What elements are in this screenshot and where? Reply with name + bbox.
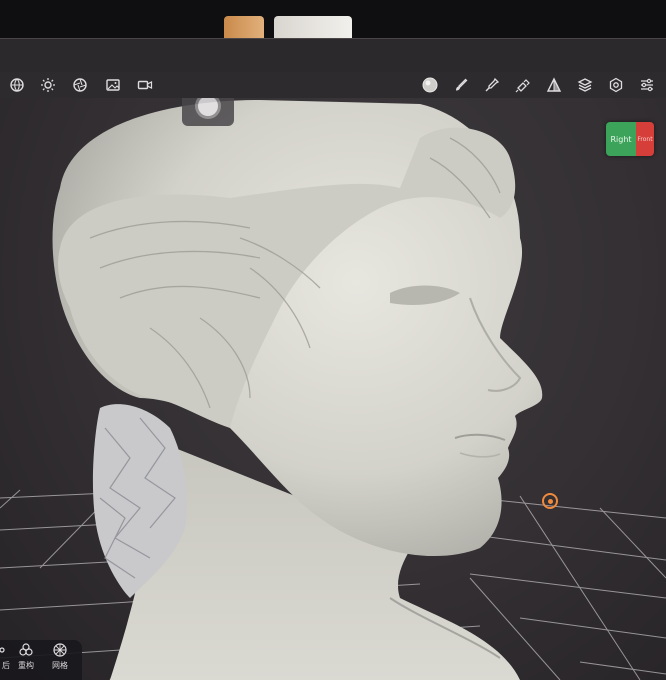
video-camera-icon bbox=[137, 80, 153, 90]
view-cube-right-face[interactable]: Right bbox=[606, 122, 636, 156]
layers-icon bbox=[577, 78, 593, 92]
bust-model[interactable] bbox=[0, 98, 666, 680]
paint-brush-button[interactable] bbox=[448, 72, 474, 98]
sliders-icon bbox=[641, 78, 653, 92]
triangle-icon bbox=[546, 77, 562, 92]
aperture-icon bbox=[73, 78, 87, 92]
remesh-label: 重构 bbox=[18, 661, 34, 670]
brush-icon bbox=[456, 78, 468, 91]
eyedropper-icon bbox=[485, 77, 500, 92]
app-tab-strip bbox=[0, 0, 666, 38]
panel-pull-handle[interactable] bbox=[182, 98, 234, 126]
remesh-icon bbox=[19, 643, 33, 656]
adjustments-button[interactable] bbox=[634, 72, 660, 98]
material-button[interactable] bbox=[417, 72, 443, 98]
wireframe-toggle-button[interactable] bbox=[541, 72, 567, 98]
view-cube-side-face[interactable]: Front bbox=[636, 122, 654, 156]
flashlight-icon bbox=[515, 79, 530, 93]
mesh-button[interactable]: 网格 bbox=[52, 642, 68, 671]
sun-icon bbox=[41, 78, 55, 92]
viewport-toolbar bbox=[0, 72, 666, 98]
screenshot-button[interactable] bbox=[100, 72, 126, 98]
3d-viewport[interactable]: Right Front bbox=[0, 98, 666, 680]
image-icon bbox=[106, 79, 120, 91]
partial-tool-button[interactable]: 后 bbox=[0, 642, 14, 671]
layers-button[interactable] bbox=[572, 72, 598, 98]
tab-thumbnail-white[interactable] bbox=[274, 16, 352, 38]
tab-thumbnail-orange[interactable] bbox=[224, 16, 264, 38]
light-tool-button[interactable] bbox=[510, 72, 536, 98]
bottom-tool-panel: 后 重构 网格 bbox=[0, 640, 82, 680]
record-video-button[interactable] bbox=[132, 72, 158, 98]
mesh-icon bbox=[53, 643, 67, 657]
environment-button[interactable] bbox=[4, 72, 30, 98]
remesh-button[interactable]: 重构 bbox=[18, 642, 34, 671]
app-header-bar bbox=[0, 38, 666, 73]
globe-icon bbox=[10, 78, 24, 92]
handle-knob[interactable] bbox=[198, 98, 218, 116]
pivot-point-marker[interactable] bbox=[542, 493, 558, 509]
app-screen: Right Front 后 重构 网格 bbox=[0, 0, 666, 680]
settings-button[interactable] bbox=[603, 72, 629, 98]
partial-tool-label: 后 bbox=[2, 661, 10, 670]
pivot-point-center bbox=[547, 498, 553, 504]
mesh-label: 网格 bbox=[52, 661, 68, 670]
settings-icon bbox=[609, 77, 623, 93]
material-sphere-icon bbox=[422, 77, 438, 93]
camera-settings-button[interactable] bbox=[67, 72, 93, 98]
color-picker-button[interactable] bbox=[479, 72, 505, 98]
view-cube[interactable]: Right Front bbox=[606, 122, 654, 156]
grid-dots-icon bbox=[0, 647, 5, 653]
lighting-button[interactable] bbox=[35, 72, 61, 98]
